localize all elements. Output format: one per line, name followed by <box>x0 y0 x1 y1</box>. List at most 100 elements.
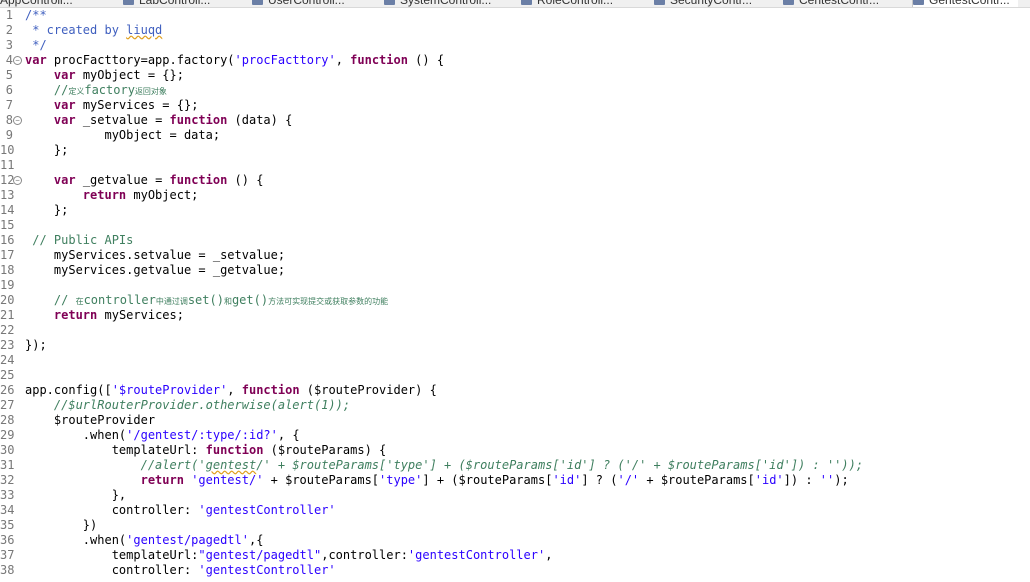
code-line: 29 .when('/gentest/:type/:id?', { <box>0 428 1030 443</box>
code-line: 4− var procFacttory=app.factory('procFact… <box>0 53 1030 68</box>
editor-tab-label: AppControll... <box>0 0 73 7</box>
code-token: ]) : <box>783 473 820 487</box>
fold-toggle-icon[interactable]: − <box>13 56 22 65</box>
editor-tab-label: UserControll... <box>268 0 345 7</box>
code-token: 'gentestController' <box>198 563 336 577</box>
line-number: 27 <box>0 398 15 412</box>
code-text: //定义factory返回对象 <box>25 83 167 99</box>
code-text: // 在controller中通过调set()和get()方法可实现提交或获取参… <box>25 293 388 309</box>
code-token: _setvalue = <box>75 113 170 127</box>
java-file-icon <box>384 0 395 5</box>
code-token: // <box>25 83 69 97</box>
line-number: 21 <box>0 308 15 322</box>
line-number: 33 <box>0 488 15 502</box>
code-token: 返回对象 <box>134 87 167 96</box>
code-text: }, <box>25 488 126 503</box>
code-line: 9 myObject = data; <box>0 128 1030 143</box>
code-token: return <box>82 188 127 202</box>
code-text: var myServices = {}; <box>25 98 199 113</box>
code-token: return <box>53 308 98 322</box>
editor-tab[interactable]: UserControll... <box>252 0 345 7</box>
editor-tab-bar: AppControll... LabControll... UserControll… <box>0 0 1030 8</box>
line-number: 38 <box>0 563 15 577</box>
fold-toggle-icon[interactable]: − <box>13 116 22 125</box>
code-token: }); <box>25 338 47 352</box>
code-token: //$urlRouterProvider.otherwise(alert(1))… <box>25 398 351 412</box>
code-token: myServices.setvalue = _setvalue; <box>25 248 286 262</box>
editor-tab-label: SystemControll... <box>400 0 492 7</box>
code-text: controller: 'gentestController' <box>25 563 336 578</box>
line-number: 14 <box>0 203 15 217</box>
code-token: function <box>350 53 408 67</box>
code-text: }; <box>25 203 68 218</box>
code-token: ($routeParams) { <box>263 443 387 457</box>
code-text: $routeProvider <box>25 413 155 428</box>
code-text: return myObject; <box>25 188 199 203</box>
editor-tab-label: CentestContr... <box>799 0 880 7</box>
code-token: 'type' <box>379 473 423 487</box>
code-line: 6 //定义factory返回对象 <box>0 83 1030 98</box>
code-line: 36 .when('gentest/pagedtl',{ <box>0 533 1030 548</box>
code-token: 和 <box>223 297 232 306</box>
code-token: , { <box>277 428 300 442</box>
line-number: 3 <box>5 38 13 52</box>
editor-tab[interactable]: AppControll... <box>0 0 73 7</box>
code-line: 15 <box>0 218 1030 233</box>
code-token: ] + ($routeParams[ <box>422 473 553 487</box>
editor-tab[interactable]: RoleControll... <box>521 0 613 7</box>
code-token: '/' <box>617 473 640 487</box>
code-token: controller <box>83 293 156 307</box>
code-text: var _setvalue = function (data) { <box>25 113 292 128</box>
line-number: 15 <box>0 218 15 232</box>
line-number: 36 <box>0 533 15 547</box>
editor-tab[interactable]: GentestContr... <box>912 0 1018 7</box>
code-text: // Public APIs <box>25 233 133 248</box>
code-text: var myObject = {}; <box>25 68 184 83</box>
line-number: 2 <box>5 23 13 37</box>
editor-tab[interactable]: SecurityContr... <box>654 0 752 7</box>
code-token: ($routeProvider) { <box>299 383 437 397</box>
editor-tab-label: SecurityContr... <box>670 0 753 7</box>
java-file-icon <box>123 0 134 5</box>
code-line: 26 app.config(['$routeProvider', function… <box>0 383 1030 398</box>
code-line: 28 $routeProvider <box>0 413 1030 428</box>
code-token: var <box>25 53 47 67</box>
editor-tab-label: LabControll... <box>139 0 211 7</box>
code-line: 30 templateUrl: function ($routeParams) … <box>0 443 1030 458</box>
line-number: 24 <box>0 353 15 367</box>
fold-toggle-icon[interactable]: − <box>13 176 22 185</box>
editor-tab[interactable]: CentestContr... <box>783 0 879 7</box>
editor-tab[interactable]: SystemControll... <box>384 0 491 7</box>
code-line: 12− var _getvalue = function () { <box>0 173 1030 188</box>
line-number: 35 <box>0 518 15 532</box>
line-number: 7 <box>5 98 13 112</box>
code-editor[interactable]: 1/** 2 * created by liuqd 3 */4− var procFa… <box>0 8 1030 582</box>
line-number: 34 <box>0 503 15 517</box>
code-line: 16 // Public APIs <box>0 233 1030 248</box>
code-token: templateUrl: <box>25 548 199 562</box>
code-token: , <box>227 383 242 397</box>
code-token: var <box>53 98 76 112</box>
line-number: 23 <box>0 338 15 352</box>
code-token: */ <box>25 38 47 52</box>
code-token: //alert(' <box>25 458 206 472</box>
line-number: 31 <box>0 458 15 472</box>
code-token: function <box>205 443 264 457</box>
code-text: var procFacttory=app.factory('procFactto… <box>25 53 444 68</box>
code-token: }; <box>25 203 69 217</box>
line-number: 32 <box>0 473 15 487</box>
line-number: 16 <box>0 233 15 247</box>
editor-tab[interactable]: LabControll... <box>123 0 210 7</box>
code-token: 'gentest/' <box>191 473 264 487</box>
code-line: 23}); <box>0 338 1030 353</box>
code-line: 20 // 在controller中通过调set()和get()方法可实现提交或… <box>0 293 1030 308</box>
code-token: 'procFacttory' <box>234 53 336 67</box>
code-text: }; <box>25 143 68 158</box>
line-number: 29 <box>0 428 15 442</box>
code-line: 38 controller: 'gentestController' <box>0 563 1030 578</box>
code-text: /** <box>25 8 47 23</box>
